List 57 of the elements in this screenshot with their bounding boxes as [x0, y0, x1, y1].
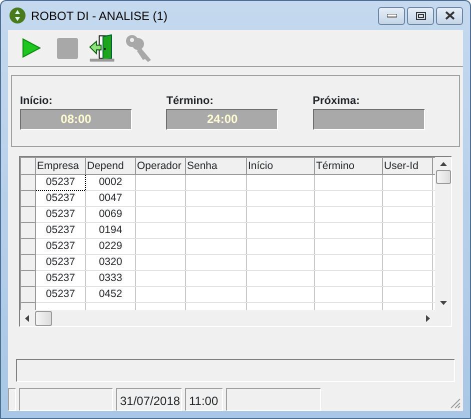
- table-cell: 0320: [86, 254, 136, 270]
- row-header[interactable]: [20, 238, 36, 254]
- field-label: Próxima:: [312, 94, 361, 108]
- scroll-down-icon[interactable]: [440, 301, 446, 305]
- row-header[interactable]: [20, 286, 36, 302]
- column-header[interactable]: Início: [246, 158, 314, 174]
- table-cell: 05237: [36, 206, 86, 222]
- table-cell: 05237: [36, 190, 86, 206]
- time-field: 24:00: [166, 109, 278, 130]
- field-label: Término:: [166, 94, 214, 108]
- column-header[interactable]: Senha: [186, 158, 246, 174]
- table-cell: 05237: [36, 286, 86, 302]
- maximize-icon: [416, 12, 426, 20]
- window-title: ROBOT DI - ANALISE (1): [31, 8, 168, 24]
- row-header[interactable]: [20, 206, 36, 222]
- scroll-right-icon[interactable]: [426, 314, 430, 322]
- scroll-left-icon[interactable]: [25, 314, 29, 322]
- table-cell: 05237: [36, 254, 86, 270]
- scroll-thumb[interactable]: [436, 170, 450, 184]
- keys-icon: [124, 33, 154, 63]
- table-cell: 0002: [86, 174, 136, 190]
- time-field: 08:00: [20, 109, 132, 130]
- table-cell: 0452: [86, 286, 136, 302]
- column-header[interactable]: User-Id: [382, 158, 432, 174]
- app-icon: [9, 7, 26, 24]
- minimize-button[interactable]: [378, 6, 405, 24]
- scroll-up-icon[interactable]: [440, 162, 446, 166]
- table-cell: 0069: [86, 206, 136, 222]
- field-label: Início:: [20, 94, 54, 108]
- table-cell: 0047: [86, 190, 136, 206]
- table-cell: 0229: [86, 238, 136, 254]
- table-cell: 0333: [86, 270, 136, 286]
- column-header[interactable]: Operador: [136, 158, 186, 174]
- table-cell: 05237: [36, 222, 86, 238]
- row-header[interactable]: [20, 270, 36, 286]
- close-icon: [444, 11, 454, 20]
- column-header[interactable]: Término: [314, 158, 382, 174]
- resize-grip-icon[interactable]: [450, 398, 461, 409]
- column-header[interactable]: Depend: [86, 158, 136, 174]
- close-button[interactable]: [436, 6, 463, 24]
- row-header[interactable]: [20, 190, 36, 206]
- column-header[interactable]: Empresa: [36, 158, 86, 174]
- row-header[interactable]: [20, 174, 36, 190]
- table-cell: 05237: [36, 270, 86, 286]
- row-header[interactable]: [20, 222, 36, 238]
- table-cell: 0194: [86, 222, 136, 238]
- status-panel: [8, 388, 16, 411]
- status-panel: 31/07/2018: [116, 388, 182, 411]
- status-panel: 11:00: [185, 388, 223, 411]
- play-icon: [20, 37, 42, 59]
- row-header[interactable]: [20, 254, 36, 270]
- minimize-icon: [386, 14, 396, 18]
- table-cell: 05237: [36, 238, 86, 254]
- maximize-button[interactable]: [407, 6, 434, 24]
- table-cell: 05237: [36, 174, 86, 190]
- scroll-thumb[interactable]: [35, 310, 52, 326]
- stop-icon: [56, 38, 78, 58]
